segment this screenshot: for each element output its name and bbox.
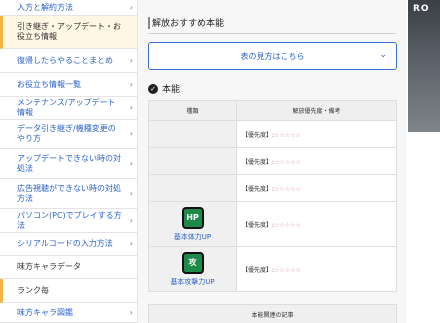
table-row: 【優先度】:☆☆☆☆☆ — [148, 174, 397, 202]
sidebar-item-maintenance[interactable]: メンテナンス/アップデート情報 › — [0, 97, 137, 120]
chevron-down-icon: ⌄ — [379, 50, 387, 60]
sidebar-item-pc-play[interactable]: パソコン(PC)でプレイする方法 › — [0, 209, 137, 233]
priority-label: 【優先度】: — [242, 185, 275, 193]
priority-label: 【優先度】: — [242, 221, 275, 229]
sidebar-item-label: 入方と解約方法 — [17, 2, 73, 12]
priority-cell: 【優先度】:☆☆☆☆☆ — [236, 201, 397, 247]
chevron-right-icon: › — [129, 158, 133, 168]
type-cell — [148, 120, 237, 148]
priority-stars: ☆☆☆☆☆ — [274, 158, 301, 166]
type-cell: 攻 基本攻撃力UP — [148, 246, 237, 292]
priority-label: 【優先度】: — [242, 131, 275, 139]
priority-cell: 【優先度】:☆☆☆☆☆ — [236, 246, 397, 292]
sidebar-section-header: 味方キャラデータ — [0, 256, 137, 279]
column-header-priority: 解放優先度・備考 — [236, 100, 397, 121]
priority-cell: 【優先度】:☆☆☆☆☆ — [236, 120, 397, 148]
table-row: 【優先度】:☆☆☆☆☆ — [148, 120, 397, 148]
table-row: 攻 基本攻撃力UP 【優先度】:☆☆☆☆☆ — [148, 246, 397, 292]
priority-cell: 【優先度】:☆☆☆☆☆ — [236, 147, 397, 175]
chevron-right-icon: › — [129, 239, 133, 248]
sidebar-item-label: ランク毎 — [17, 285, 49, 295]
sidebar-item-ad-fix[interactable]: 広告視聴ができない時の対処方法 › — [0, 179, 137, 209]
sidebar-item-label: シリアルコードの入力方法 — [17, 239, 113, 248]
column-header-type: 種類 — [148, 100, 237, 121]
priority-cell: 【優先度】:☆☆☆☆☆ — [236, 174, 397, 202]
type-cell — [148, 174, 237, 202]
sidebar-section-label: 味方キャラデータ — [17, 262, 81, 271]
priority-stars: ☆☆☆☆☆ — [274, 266, 301, 274]
type-link-hp-up[interactable]: 基本体力UP — [149, 232, 236, 242]
sidebar-item-label: 味方キャラ図鑑 — [17, 307, 73, 317]
priority-stars: ☆☆☆☆☆ — [274, 221, 301, 229]
sidebar-item-label: 引き継ぎ・アップデート・お役立ち情報 — [17, 22, 121, 41]
chevron-right-icon: › — [129, 2, 133, 12]
type-cell — [148, 147, 237, 175]
sidebar-item-label: アップデートできない時の対処法 — [17, 153, 121, 173]
sidebar-item-by-rank[interactable]: ランク毎 — [0, 279, 137, 303]
sidebar-item-useful-info[interactable]: お役立ち情報一覧 › — [0, 73, 137, 97]
sidebar-nav: 入方と解約方法 › 引き継ぎ・アップデート・お役立ち情報 復帰したらやることまと… — [0, 0, 138, 323]
instinct-table: 種類 解放優先度・備考 【優先度】:☆☆☆☆☆ 【優先度】:☆☆☆☆☆ 【優先度… — [148, 100, 397, 292]
sidebar-item-transfer-update[interactable]: 引き継ぎ・アップデート・お役立ち情報 — [0, 16, 137, 49]
sidebar-item-subscription[interactable]: 入方と解約方法 › — [0, 0, 137, 16]
sidebar-item-label: お役立ち情報一覧 — [17, 79, 81, 89]
subhead-label: 本能 — [162, 85, 181, 95]
table-row: HP 基本体力UP 【優先度】:☆☆☆☆☆ — [148, 201, 397, 247]
ad-image[interactable]: RO — [408, 0, 440, 132]
guide-button-label: 表の見方はこちら — [240, 51, 305, 61]
table-header-row: 種類 解放優先度・備考 — [148, 100, 397, 121]
related-articles-header: 本能関連の記事 — [148, 304, 397, 323]
type-link-attack-up[interactable]: 基本攻撃力UP — [149, 277, 236, 287]
sidebar-item-label: データ引き継ぎ/機種変更のやり方 — [17, 124, 116, 143]
chevron-right-icon: › — [129, 188, 133, 198]
sidebar-item-ally-encyclopedia[interactable]: 味方キャラ図鑑 › — [0, 303, 137, 323]
chevron-right-icon: › — [129, 129, 133, 138]
chevron-right-icon: › — [129, 103, 133, 112]
priority-stars: ☆☆☆☆☆ — [274, 131, 301, 139]
table-row: 【優先度】:☆☆☆☆☆ — [148, 147, 397, 175]
sidebar-item-data-transfer[interactable]: データ引き継ぎ/機種変更のやり方 › — [0, 120, 137, 149]
chevron-right-icon: › — [129, 79, 133, 89]
sidebar-item-label: 復帰したらやることまとめ — [17, 55, 113, 65]
type-cell: HP 基本体力UP — [148, 201, 237, 247]
sidebar-item-update-fix[interactable]: アップデートできない時の対処法 › — [0, 149, 137, 179]
subhead: ✓ 本能 — [148, 82, 180, 95]
priority-stars: ☆☆☆☆☆ — [274, 185, 301, 193]
sidebar-item-label: パソコン(PC)でプレイする方法 — [17, 210, 122, 230]
ad-logo-text: RO — [413, 4, 430, 14]
chevron-right-icon: › — [129, 307, 133, 317]
priority-label: 【優先度】: — [242, 158, 275, 166]
sidebar-item-label: メンテナンス/アップデート情報 — [17, 98, 116, 117]
table-guide-button[interactable]: 表の見方はこちら ⌄ — [148, 42, 397, 70]
ad-banner[interactable]: RO — [406, 0, 440, 323]
check-circle-icon: ✓ — [148, 83, 158, 94]
main-content: 解放おすすめ本能 表の見方はこちら ⌄ ✓ 本能 種類 解放優先度・備考 【優先… — [138, 0, 406, 323]
attack-up-icon: 攻 — [181, 251, 204, 274]
section-title: 解放おすすめ本能 — [148, 12, 396, 34]
chevron-right-icon: › — [129, 215, 133, 225]
priority-label: 【優先度】: — [242, 266, 275, 274]
sidebar-item-label: 広告視聴ができない時の対処方法 — [17, 183, 121, 203]
hp-up-icon: HP — [181, 206, 204, 229]
sidebar-item-serial-code[interactable]: シリアルコードの入力方法 › — [0, 233, 137, 256]
sidebar-item-return-guide[interactable]: 復帰したらやることまとめ › — [0, 49, 137, 73]
chevron-right-icon: › — [129, 55, 133, 65]
